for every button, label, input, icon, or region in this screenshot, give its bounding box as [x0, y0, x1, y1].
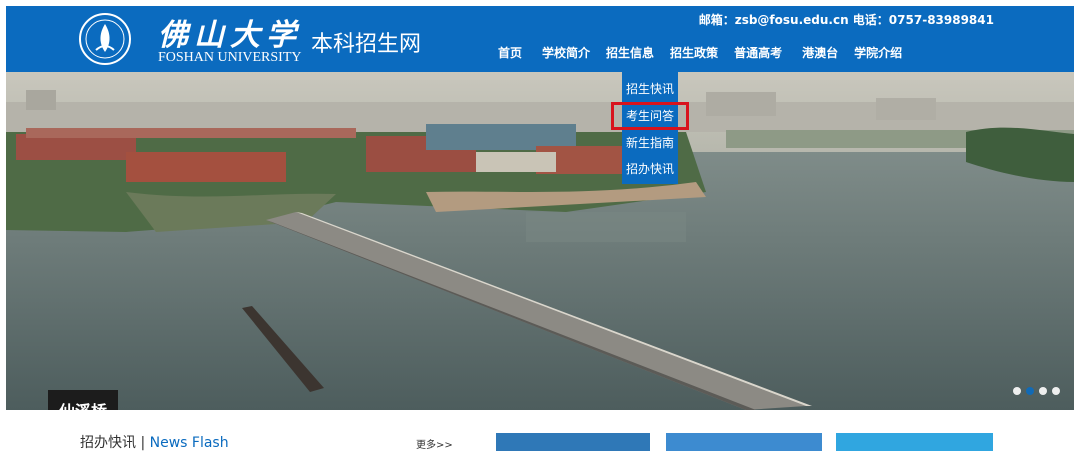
feature-tile-1[interactable] — [496, 433, 650, 451]
carousel-indicators — [1008, 387, 1060, 395]
nav-item-colleges[interactable]: 学院介绍 — [854, 44, 902, 64]
main-nav: 首页 学校简介 招生信息 招生政策 普通高考 港澳台 学院介绍 — [498, 44, 918, 64]
nav-item-hk-macao-taiwan[interactable]: 港澳台 — [802, 44, 838, 64]
nav-item-admission-info[interactable]: 招生信息 — [606, 44, 654, 64]
carousel-dot-active[interactable] — [1026, 387, 1034, 395]
carousel-dot[interactable] — [1052, 387, 1060, 395]
news-title-cn: 招办快讯 — [80, 435, 136, 451]
nav-item-about[interactable]: 学校简介 — [542, 44, 590, 64]
news-section-title: 招办快讯 | News Flash — [80, 432, 229, 452]
brand-name-calligraphy: 佛山大学 — [158, 18, 302, 53]
dropdown-item-student-qa[interactable]: 考生问答 — [611, 102, 689, 130]
site-title: 本科招生网 — [311, 32, 422, 57]
page-frame: 佛山大学 FOSHAN UNIVERSITY 本科招生网 邮箱：zsb@fosu… — [6, 6, 1074, 451]
admission-info-dropdown: 招生快讯 考生问答 新生指南 招办快讯 — [611, 72, 689, 184]
news-title-en: News Flash — [149, 435, 229, 451]
dropdown-item-freshman-guide[interactable]: 新生指南 — [622, 130, 678, 156]
contact-info: 邮箱：zsb@fosu.edu.cn 电话：0757-83989841 — [698, 13, 994, 27]
site-header: 佛山大学 FOSHAN UNIVERSITY 本科招生网 邮箱：zsb@fosu… — [6, 6, 1074, 72]
feature-tile-3[interactable] — [836, 433, 993, 451]
dropdown-item-admission-news[interactable]: 招生快讯 — [622, 76, 678, 102]
banner-photo — [6, 72, 1074, 410]
carousel-dot[interactable] — [1013, 387, 1021, 395]
carousel-dot[interactable] — [1039, 387, 1047, 395]
title-separator: | — [140, 435, 146, 451]
hero-banner[interactable]: 仙溪桥 — [6, 72, 1074, 410]
nav-item-policy[interactable]: 招生政策 — [670, 44, 718, 64]
feature-tile-2[interactable] — [666, 433, 822, 451]
dropdown-item-office-news[interactable]: 招办快讯 — [622, 156, 678, 182]
news-more-link[interactable]: 更多>> — [416, 436, 453, 451]
slide-caption: 仙溪桥 — [48, 390, 118, 410]
nav-item-home[interactable]: 首页 — [498, 44, 522, 64]
brand-name-english: FOSHAN UNIVERSITY — [158, 50, 302, 65]
university-seal-logo[interactable] — [78, 12, 132, 66]
nav-item-gaokao[interactable]: 普通高考 — [734, 44, 782, 64]
